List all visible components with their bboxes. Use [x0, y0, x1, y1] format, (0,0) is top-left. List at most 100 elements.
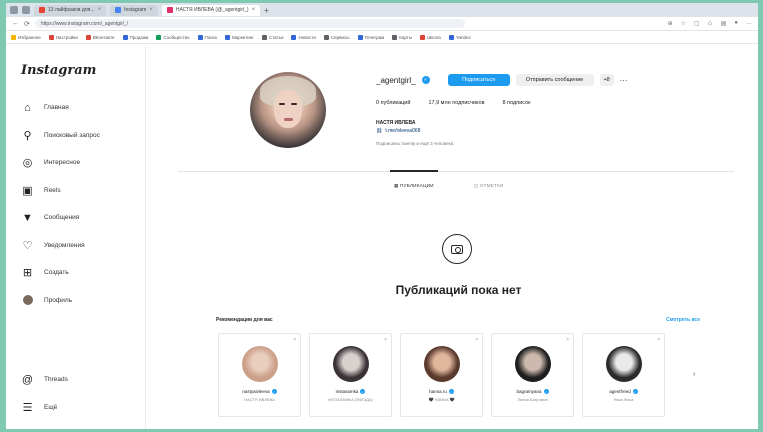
suggestion-subtitle: НАСТЯ ИВЛЕВА	[244, 397, 275, 402]
tab-close-icon[interactable]: ×	[149, 7, 153, 13]
profile-link-text[interactable]: t.me/ivleeva068	[385, 128, 420, 134]
suggestion-card[interactable]: × nastyaivleeva ✓ НАСТЯ ИВЛЕВА	[218, 333, 301, 417]
bookmark-item[interactable]: ВКонтакте	[85, 34, 115, 40]
suggested-users-button[interactable]: +8	[599, 74, 614, 86]
avatar-eye	[291, 103, 297, 105]
bookmark-favicon-icon	[156, 34, 162, 40]
sidebar-item-menu[interactable]: ☰ Ещё	[21, 394, 68, 422]
suggestion-avatar[interactable]	[514, 346, 551, 382]
bookmark-label: Поиск	[204, 34, 217, 40]
empty-state-title: Публикаций пока нет	[395, 283, 522, 297]
bookmark-item[interactable]: Избранное	[11, 34, 41, 40]
suggestion-card[interactable]: × hanna.ru ✓ 🖤 HANNA 🖤	[400, 333, 483, 417]
tab-close-icon[interactable]: ×	[98, 7, 102, 13]
following-count[interactable]: 8 подписок	[503, 100, 531, 106]
suggestion-username[interactable]: nastyaivleeva ✓	[242, 389, 277, 394]
more-options-icon[interactable]: ···	[620, 76, 628, 85]
bookmark-favicon-icon	[122, 34, 128, 40]
browser-tab-2[interactable]: Instagram ×	[110, 4, 158, 16]
suggestions-title: Рекомендации для вас	[216, 317, 273, 323]
suggestion-username[interactable]: instasamka ✓	[336, 389, 366, 394]
sidebar-item-avatar[interactable]: Профиль	[21, 287, 145, 315]
bookmark-item[interactable]: Статьи	[261, 34, 283, 40]
sidebar-item-plus-square[interactable]: ⊞ Создать	[21, 259, 145, 287]
star-icon[interactable]: ☆	[681, 20, 686, 27]
bookmark-item[interactable]: Сервисы	[323, 34, 350, 40]
bookmark-item[interactable]: Карты	[392, 34, 412, 40]
window-menu-icon[interactable]	[10, 6, 18, 14]
extensions-icon[interactable]: ⊕	[668, 20, 673, 27]
bookmark-favicon-icon	[448, 34, 454, 40]
workspaces-icon[interactable]	[22, 6, 30, 14]
browser-toolbar: ⊕ ☆ ▢ ✩ ▤ ● …	[668, 20, 752, 27]
split-view-icon[interactable]: ▢	[694, 20, 700, 27]
bookmark-item[interactable]: Продажи	[122, 34, 148, 40]
url-input[interactable]: https://www.instagram.com/_agentgirl_/	[34, 19, 465, 28]
see-all-link[interactable]: Смотреть все	[666, 317, 700, 323]
bookmark-item[interactable]: Поиск	[197, 34, 217, 40]
sidebar: Instagram ⌂ Главная ⚲ Поисковый запрос ◎ Инте…	[6, 45, 146, 429]
sidebar-item-heart[interactable]: ♡ Уведомления	[21, 232, 145, 260]
verified-badge-icon: ✓	[421, 76, 430, 84]
profile-link[interactable]: ⛓ t.me/ivleeva068	[376, 128, 420, 134]
dismiss-icon[interactable]: ×	[293, 337, 296, 343]
dismiss-icon[interactable]: ×	[566, 337, 569, 343]
send-message-button[interactable]: Отправить сообщение	[515, 74, 594, 86]
suggestion-avatar[interactable]	[423, 346, 460, 382]
bookmark-item[interactable]: Yandex	[448, 34, 471, 40]
bookmark-favicon-icon	[85, 34, 91, 40]
dismiss-icon[interactable]: ×	[657, 337, 660, 343]
dismiss-icon[interactable]: ×	[384, 337, 387, 343]
sidebar-item-reels[interactable]: ▣ Reels	[21, 177, 145, 205]
suggestion-card[interactable]: × agentfreed ✓ Ника Фоса	[582, 333, 665, 417]
profile-main: _agentgirl_ ✓ Подписаться Отправить сооб…	[146, 45, 758, 429]
follow-button[interactable]: Подписаться	[447, 74, 510, 86]
suggestion-card[interactable]: × instasamka ✓ INSTASAMKA (ЗВЕЗДА)	[309, 333, 392, 417]
dismiss-icon[interactable]: ×	[475, 337, 478, 343]
avatar-eye	[279, 103, 285, 105]
followers-count[interactable]: 17,9 млн подписчиков	[428, 100, 484, 106]
suggestion-avatar[interactable]	[332, 346, 369, 382]
collections-icon[interactable]: ▤	[721, 20, 727, 27]
tabs-divider	[178, 171, 734, 172]
next-arrow-icon[interactable]: ›	[693, 371, 695, 378]
instagram-logo[interactable]: Instagram	[21, 63, 145, 78]
active-tab-indicator	[390, 170, 438, 172]
settings-menu-icon[interactable]: …	[746, 20, 752, 27]
browser-tab-3-active[interactable]: НАСТЯ ИВЛЕВА (@_agentgirl_) ×	[161, 4, 261, 16]
tab-close-icon[interactable]: ×	[252, 7, 256, 13]
sidebar-item-threads[interactable]: @ Threads	[21, 366, 68, 394]
suggestion-avatar[interactable]	[605, 346, 642, 382]
sidebar-item-label: Reels	[44, 186, 61, 194]
suggestion-username[interactable]: hanna.ru ✓	[429, 389, 454, 394]
sidebar-item-home[interactable]: ⌂ Главная	[21, 94, 145, 122]
suggestion-username-text: instasamka	[335, 389, 359, 394]
refresh-icon[interactable]: ⟳	[24, 20, 30, 28]
profile-avatar[interactable]	[250, 72, 326, 148]
suggestion-username[interactable]: agentfreed ✓	[609, 389, 638, 394]
back-icon[interactable]: ←	[12, 20, 19, 27]
followed-by-text[interactable]: Подписаны: twenty и ещё 3 человека	[376, 141, 453, 146]
bookmark-item[interactable]: Сообщество	[156, 34, 190, 40]
sidebar-nav: ⌂ Главная ⚲ Поисковый запрос ◎ Интересное ▣ Ree…	[21, 94, 145, 314]
bookmark-item[interactable]: Настройки	[48, 34, 78, 40]
tab-tagged[interactable]: ◫ ОТМЕТКИ	[474, 183, 504, 189]
bookmark-item[interactable]: Новости	[291, 34, 316, 40]
suggestion-card[interactable]: × bagramyana ✓ Лилия Багромян	[491, 333, 574, 417]
suggestion-avatar[interactable]	[241, 346, 278, 382]
bookmark-favicon-icon	[291, 34, 297, 40]
verified-badge-icon: ✓	[271, 389, 277, 394]
profile-icon[interactable]: ●	[734, 20, 738, 27]
suggestion-username[interactable]: bagramyana ✓	[516, 389, 549, 394]
sidebar-item-search[interactable]: ⚲ Поисковый запрос	[21, 122, 145, 150]
bookmark-label: Маркетинг	[231, 34, 254, 40]
bookmark-item[interactable]: Телеграм	[357, 34, 384, 40]
new-tab-button[interactable]: +	[264, 6, 269, 15]
favorites-icon[interactable]: ✩	[708, 20, 713, 27]
bookmark-item[interactable]: Маркетинг	[224, 34, 254, 40]
tab-posts[interactable]: ▦ ПУБЛИКАЦИИ	[394, 183, 434, 189]
browser-tab-1[interactable]: 13 лайфхаков для... ×	[34, 4, 107, 16]
sidebar-item-compass[interactable]: ◎ Интересное	[21, 149, 145, 177]
sidebar-item-messenger[interactable]: ▼ Сообщения	[21, 204, 145, 232]
bookmark-item[interactable]: Школа	[420, 34, 441, 40]
